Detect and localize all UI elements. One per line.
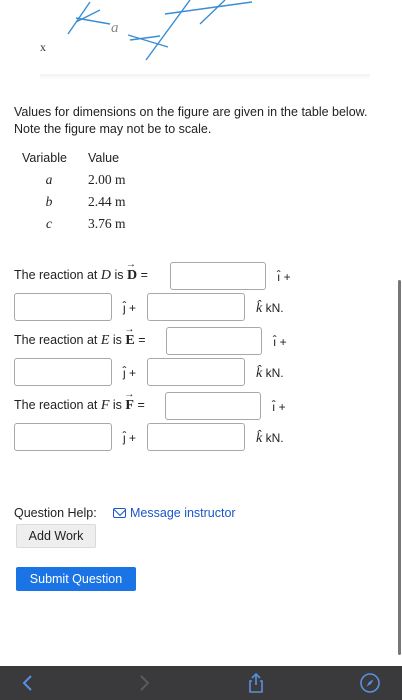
reaction-d-i-input[interactable] (170, 262, 266, 290)
compass-icon[interactable] (350, 666, 390, 700)
kn-unit-label: kN. (265, 301, 284, 315)
figure-lines (67, 0, 253, 61)
table-header-variable: Variable (22, 151, 67, 165)
reaction-f-k-input[interactable] (147, 423, 245, 451)
question-equals: = (134, 333, 146, 347)
reaction-d-j-input[interactable] (14, 293, 112, 321)
reaction-e-i-input[interactable] (166, 327, 262, 355)
table-row: a 2.00 m (22, 169, 126, 191)
table-cell-value: 3.76 m (88, 216, 126, 231)
question-vector-letter: E (125, 333, 135, 348)
scrollbar[interactable] (398, 280, 401, 655)
table-row: b 2.44 m (22, 191, 126, 213)
reaction-e-k-unit: k̂ kN. (256, 366, 284, 382)
question-reaction-f: The reaction at F is → F = (14, 389, 145, 414)
reaction-d-i-unit: ı̂ + (277, 270, 291, 284)
reaction-d-j-unit: ȷ̂ + (123, 301, 137, 315)
reaction-d-k-unit: k̂ kN. (256, 301, 284, 317)
question-vector: → D (126, 259, 138, 284)
table-cell-value: 2.44 m (88, 194, 126, 209)
figure-bottom-edge (40, 74, 370, 80)
table-header-value: Value (88, 151, 120, 165)
reaction-e-k-input[interactable] (147, 358, 245, 386)
reaction-f-i-unit: ı̂ + (272, 400, 286, 414)
forward-icon[interactable] (124, 666, 164, 700)
vector-arrow-icon: → (125, 259, 136, 270)
question-prefix: The reaction at (14, 333, 101, 347)
share-icon[interactable] (236, 666, 276, 700)
figure-x-axis-label: x (40, 40, 46, 54)
table-cell-variable: c (46, 216, 52, 231)
table-row: c 3.76 m (22, 213, 126, 235)
table-cell-variable: a (45, 172, 53, 187)
vector-arrow-icon: → (124, 324, 135, 335)
figure-dimension-a-label: a (111, 20, 119, 36)
reaction-f-j-input[interactable] (14, 423, 112, 451)
question-vector: → F (124, 389, 134, 414)
question-reaction-d: The reaction at D is → D = (14, 259, 148, 284)
question-vector-letter: F (125, 398, 134, 413)
question-equals: = (133, 398, 145, 412)
question-reaction-e: The reaction at E is → E = (14, 324, 146, 349)
reaction-e-j-unit: ȷ̂ + (123, 366, 137, 380)
question-prefix: The reaction at (14, 268, 101, 282)
reaction-e-j-input[interactable] (14, 358, 112, 386)
question-point: D (100, 268, 111, 283)
k-hat-symbol: k̂ (256, 431, 263, 446)
intro-text: Values for dimensions on the figure are … (14, 105, 368, 136)
reaction-f-k-unit: k̂ kN. (256, 431, 284, 447)
back-icon[interactable] (8, 666, 48, 700)
question-vector-letter: D (126, 268, 138, 283)
reaction-f-j-unit: ȷ̂ + (123, 431, 137, 445)
k-hat-symbol: k̂ (256, 301, 263, 316)
question-vector: → E (124, 324, 135, 349)
k-hat-symbol: k̂ (256, 366, 263, 381)
question-mid: is (109, 398, 126, 412)
question-equals: = (137, 268, 148, 282)
vector-arrow-icon: → (124, 389, 135, 400)
table-header-row: Variable Value (22, 147, 126, 169)
browser-toolbar (0, 666, 402, 700)
submit-question-button[interactable]: Submit Question (16, 567, 136, 591)
message-instructor-link[interactable]: Message instructor (113, 506, 236, 520)
kn-unit-label: kN. (265, 431, 284, 445)
kn-unit-label: kN. (265, 366, 284, 380)
mail-icon (113, 508, 126, 518)
question-mid: is (109, 333, 126, 347)
dimensions-table: Variable Value a 2.00 m b 2.44 m c 3.76 … (22, 147, 126, 235)
reaction-e-i-unit: ı̂ + (273, 335, 287, 349)
message-instructor-label: Message instructor (130, 506, 236, 520)
question-prefix: The reaction at (14, 398, 101, 412)
question-mid: is (110, 268, 127, 282)
reaction-f-i-input[interactable] (165, 392, 261, 420)
reaction-d-k-input[interactable] (147, 293, 245, 321)
problem-figure: x a (0, 0, 402, 78)
table-cell-variable: b (45, 194, 53, 209)
table-cell-value: 2.00 m (88, 172, 126, 187)
add-work-button[interactable]: Add Work (16, 524, 96, 548)
question-help-label: Question Help: (14, 506, 97, 520)
